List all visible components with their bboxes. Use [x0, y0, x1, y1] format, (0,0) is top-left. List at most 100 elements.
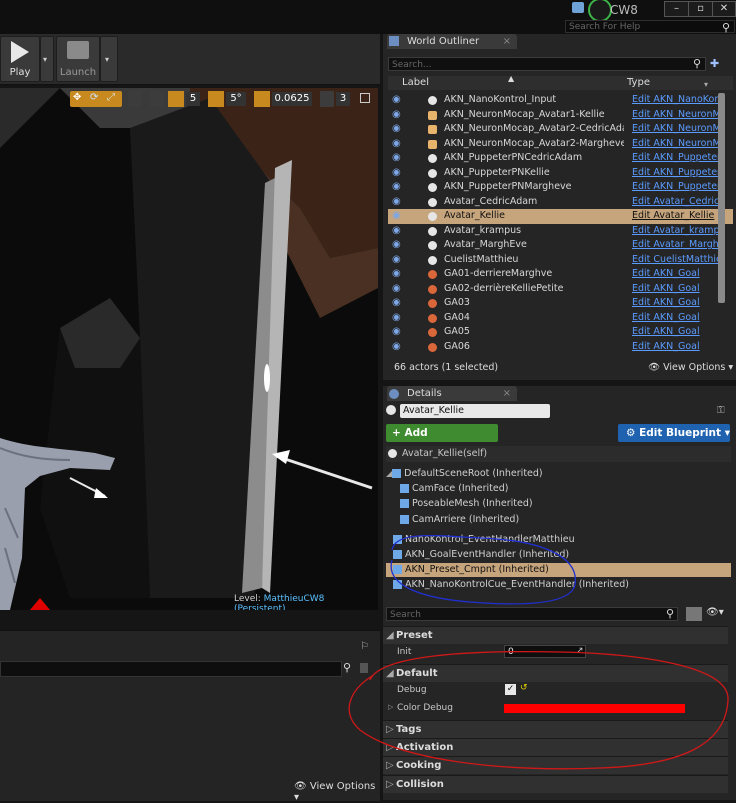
scrollbar-thumb[interactable]: [718, 93, 725, 303]
camera-speed-value[interactable]: 3: [336, 92, 350, 106]
move-icon[interactable]: ✥: [73, 92, 81, 103]
transform-tools[interactable]: ✥ ⟳ ⤢: [70, 91, 122, 107]
component-item[interactable]: AKN_NanoKontrolCue_EventHandler (Inherit…: [393, 578, 629, 592]
save-search-icon[interactable]: [360, 663, 368, 673]
outliner-row[interactable]: ◉ GA03 Edit AKN_Goal: [388, 296, 733, 311]
category-default[interactable]: ◢ Default: [383, 664, 728, 682]
maximize-viewport-icon[interactable]: [360, 93, 370, 103]
visibility-eye-icon[interactable]: ◉: [392, 108, 404, 123]
col-label[interactable]: Label: [402, 77, 429, 88]
camera-speed-icon[interactable]: [320, 91, 334, 107]
grid-snap-value[interactable]: 5: [186, 92, 200, 106]
launch-button[interactable]: Launch: [56, 36, 100, 82]
chat-icon[interactable]: [572, 2, 584, 13]
visibility-eye-icon[interactable]: ◉: [392, 267, 404, 282]
chevron-down-icon[interactable]: ▾: [704, 80, 708, 89]
outliner-search-input[interactable]: Search...: [388, 57, 706, 71]
outliner-row[interactable]: ◉ GA02-derrièreKelliePetite Edit AKN_Goal: [388, 282, 733, 297]
scale-icon[interactable]: ⤢: [107, 92, 115, 103]
row-type-link[interactable]: Edit Avatar_MarghEv: [632, 238, 720, 253]
visibility-eye-icon[interactable]: ◉: [392, 224, 404, 239]
reset-arrow-icon[interactable]: ↗: [576, 646, 584, 656]
init-input[interactable]: 0: [504, 645, 586, 658]
outliner-row[interactable]: ◉ AKN_NanoKontrol_Input Edit AKN_NanoKontr: [388, 93, 733, 108]
visibility-eye-icon[interactable]: ◉: [392, 311, 404, 326]
sort-up-icon[interactable]: ▲: [508, 74, 514, 83]
row-type-link[interactable]: Edit AKN_NeuronMo: [632, 108, 720, 123]
row-type-link[interactable]: Edit AKN_Puppeter: [632, 166, 720, 181]
outliner-row[interactable]: ◉ Avatar_Kellie Edit Avatar_Kellie: [388, 209, 733, 224]
scale-snap-icon[interactable]: [254, 91, 270, 107]
actor-name-field[interactable]: Avatar_Kellie: [400, 404, 550, 418]
visibility-eye-icon[interactable]: ◉: [392, 296, 404, 311]
row-type-link[interactable]: Edit AKN_NanoKontr: [632, 93, 720, 108]
filter-input[interactable]: [0, 661, 342, 677]
row-type-link[interactable]: Edit AKN_Goal: [632, 311, 720, 326]
outliner-view-options-button[interactable]: 👁 View Options ▾: [648, 362, 733, 373]
edit-blueprint-button[interactable]: ⚙ Edit Blueprint ▾: [618, 424, 730, 442]
category-preset[interactable]: ◢ Preset: [383, 626, 728, 644]
lock-icon[interactable]: ⚿: [717, 405, 725, 416]
search-icon[interactable]: ⚲: [722, 21, 730, 34]
outliner-row[interactable]: ◉ AKN_PuppeterPNKellie Edit AKN_Puppeter: [388, 166, 733, 181]
component-item[interactable]: AKN_Preset_Cmpnt (Inherited): [386, 563, 731, 577]
outliner-row[interactable]: ◉ CuelistMatthieu Edit CuelistMatthieu: [388, 253, 733, 268]
visibility-eye-icon[interactable]: ◉: [392, 340, 404, 355]
help-search-input[interactable]: Search For Help: [565, 20, 735, 33]
visibility-eye-icon[interactable]: ◉: [392, 195, 404, 210]
world-local-icon[interactable]: [128, 91, 142, 107]
outliner-row[interactable]: ◉ AKN_NeuronMocap_Avatar2-CedricAdam Edit …: [388, 122, 733, 137]
visibility-eye-icon[interactable]: ◉: [392, 137, 404, 152]
component-item[interactable]: CamFace (Inherited): [400, 482, 508, 496]
visibility-eye-icon[interactable]: ◉: [392, 253, 404, 268]
visibility-eye-icon[interactable]: ◉: [392, 151, 404, 166]
color-debug-swatch[interactable]: [504, 704, 685, 713]
category-activation[interactable]: ▷ Activation: [383, 738, 728, 756]
outliner-row[interactable]: ◉ GA01-derriereMarghve Edit AKN_Goal: [388, 267, 733, 282]
play-options-button[interactable]: ▾: [40, 36, 54, 82]
component-item[interactable]: PoseableMesh (Inherited): [400, 497, 533, 511]
row-type-link[interactable]: Edit AKN_NeuronMo: [632, 137, 720, 152]
visibility-eye-icon[interactable]: ◉: [392, 282, 404, 297]
rotation-snap-icon[interactable]: [208, 91, 224, 107]
launch-options-button[interactable]: ▾: [100, 36, 118, 82]
row-type-link[interactable]: Edit Avatar_CedricAd: [632, 195, 720, 210]
component-item[interactable]: AKN_GoalEventHandler (Inherited): [393, 548, 569, 562]
details-search-input[interactable]: Search: [386, 607, 678, 621]
grid-snap-icon[interactable]: [168, 91, 184, 107]
play-button[interactable]: Play: [0, 36, 40, 82]
visibility-eye-icon[interactable]: ◉: [392, 93, 404, 108]
outliner-row[interactable]: ◉ AKN_PuppeterPNMargheve Edit AKN_Puppeter: [388, 180, 733, 195]
reset-to-default-icon[interactable]: ↺: [520, 683, 528, 693]
scale-snap-value[interactable]: 0.0625: [272, 92, 312, 106]
rotation-snap-value[interactable]: 5°: [226, 92, 246, 106]
minimize-icon[interactable]: –: [664, 1, 689, 17]
row-type-link[interactable]: Edit AKN_Goal: [632, 340, 720, 355]
row-type-link[interactable]: Edit AKN_Puppeter: [632, 151, 720, 166]
add-component-button[interactable]: + Add Component ▾: [386, 424, 498, 457]
visibility-eye-icon[interactable]: ◉: [392, 209, 404, 224]
search-icon[interactable]: ⚲: [666, 607, 674, 620]
row-type-link[interactable]: Edit AKN_NeuronMo: [632, 122, 720, 137]
search-icon[interactable]: ⚲: [343, 661, 351, 674]
row-type-link[interactable]: Edit AKN_Goal: [632, 325, 720, 340]
row-type-link[interactable]: Edit AKN_Puppeter: [632, 180, 720, 195]
outliner-row[interactable]: ◉ AKN_NeuronMocap_Avatar1-Kellie Edit AKN_…: [388, 108, 733, 123]
self-row[interactable]: Avatar_Kellie(self): [386, 446, 731, 462]
row-type-link[interactable]: Edit AKN_Goal: [632, 296, 720, 311]
visibility-eye-icon[interactable]: ◉: [392, 238, 404, 253]
visibility-eye-icon[interactable]: ◉: [392, 122, 404, 137]
create-folder-icon[interactable]: ✚: [710, 57, 719, 70]
row-type-link[interactable]: Edit Avatar_krampus: [632, 224, 720, 239]
pin-icon[interactable]: ⚐: [360, 641, 369, 652]
rotate-icon[interactable]: ⟳: [90, 92, 98, 103]
tab-world-outliner[interactable]: World Outliner ×: [387, 34, 517, 49]
outliner-row[interactable]: ◉ GA06 Edit AKN_Goal: [388, 340, 733, 355]
category-collision[interactable]: ▷ Collision: [383, 775, 728, 793]
tab-details[interactable]: Details ×: [387, 386, 517, 401]
surface-snap-icon[interactable]: [150, 91, 164, 107]
component-item[interactable]: ◢ DefaultSceneRoot (Inherited): [386, 467, 543, 481]
outliner-row[interactable]: ◉ GA04 Edit AKN_Goal: [388, 311, 733, 326]
component-item[interactable]: CamArriere (Inherited): [400, 513, 519, 527]
collapsed-arrow-icon[interactable]: ▷: [388, 703, 393, 711]
